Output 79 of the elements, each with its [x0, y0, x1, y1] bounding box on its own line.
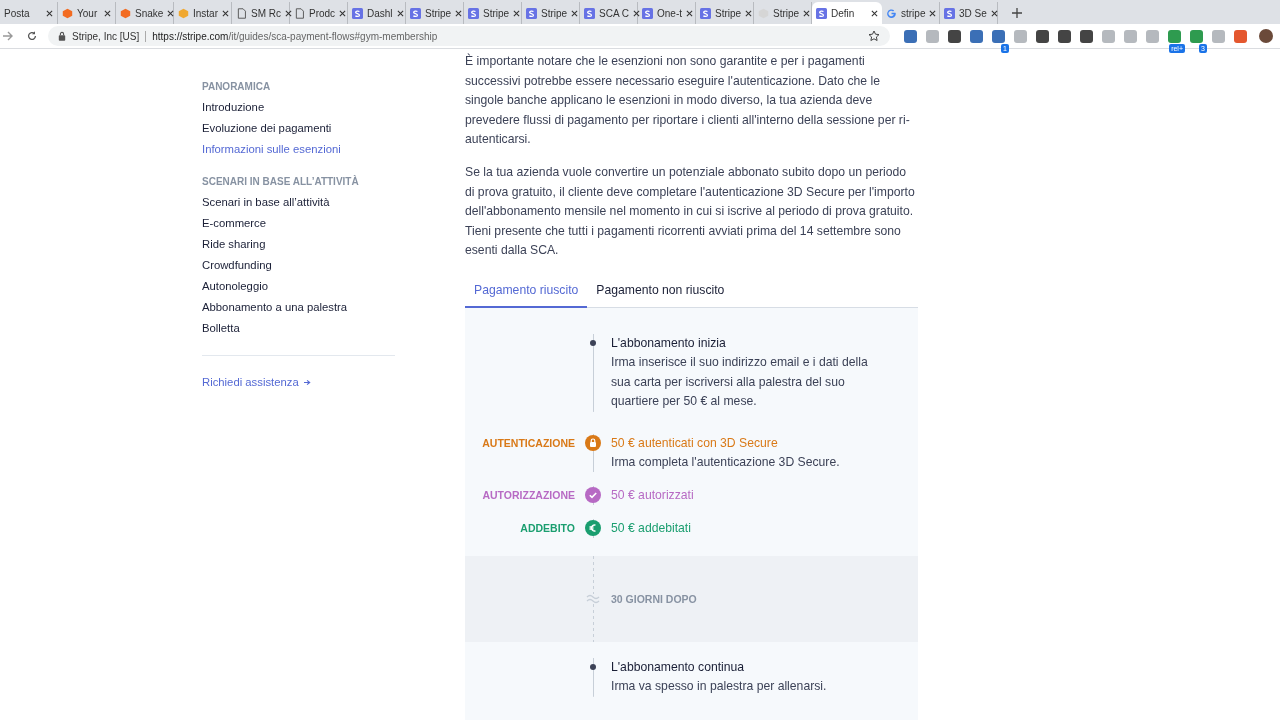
letter-g-icon [886, 7, 897, 19]
close-icon[interactable] [167, 9, 175, 17]
squiggle-icon [586, 594, 600, 605]
timeline-dot [590, 339, 596, 346]
step-title: 50 € addebitati [611, 520, 692, 538]
letter-s-icon [816, 7, 827, 19]
extension-icon[interactable] [970, 29, 983, 43]
arrow-icon [303, 378, 311, 386]
close-icon[interactable] [929, 9, 937, 17]
new-tab-button[interactable] [1012, 8, 1022, 18]
sidebar-link[interactable]: Evoluzione dei pagamenti [202, 118, 332, 139]
close-icon[interactable] [686, 9, 693, 17]
letter-s-icon [352, 7, 363, 19]
close-icon[interactable] [339, 9, 347, 17]
close-icon[interactable] [46, 9, 53, 17]
paragraph: Se la tua azienda vuole convertire un potenziale abbonato subito dopo un periodo di prova gratuito, il cliente deve completare l'autenticazione 3D Secure per l'importo dell'abbonamento mensile nel momento in cui si iscrive al periodo di prova gratuito. Tieni presente che tutti i pagamenti ricorrenti avviati prima del 14 settembre sono esenti dalla SCA. [465, 163, 916, 260]
reload-icon[interactable] [26, 30, 38, 42]
extension-icon[interactable] [1058, 29, 1071, 43]
event-title: L'abbonamento inizia [611, 334, 727, 352]
close-icon[interactable] [222, 9, 229, 17]
sidebar-link[interactable]: Ride sharing [202, 234, 266, 255]
extension-icon[interactable] [1080, 29, 1093, 43]
extension-icon[interactable] [904, 29, 917, 43]
event-description: Irma va spesso in palestra per allenarsi. [611, 678, 828, 696]
browser-tab[interactable]: Defin [812, 2, 882, 24]
paragraph: È importante notare che le esenzioni non sono garantite e per i pagamenti successivi potrebbe essere necessario eseguire l'autenticazione. Dato che le singole banche applicano le esenzioni in modo diverso, la tua azienda deve prevedere flussi di pagamento per riportare i clienti all'interno della sessione per ri-autenticarsi. [465, 52, 911, 149]
avatar-icon[interactable] [1259, 29, 1273, 43]
cube-icon [178, 7, 189, 19]
sidebar-link[interactable]: Bolletta [202, 318, 240, 339]
cube-icon [120, 7, 131, 19]
letter-s-icon [700, 7, 711, 19]
close-icon[interactable] [513, 9, 521, 17]
close-icon[interactable] [571, 9, 579, 17]
extension-icon[interactable] [948, 29, 961, 43]
sidebar-link[interactable]: Crowdfunding [202, 255, 272, 276]
cube-icon [62, 7, 73, 19]
close-icon[interactable] [633, 9, 640, 17]
close-icon[interactable] [455, 9, 463, 17]
close-icon[interactable] [990, 9, 998, 17]
document-icon [236, 7, 247, 19]
close-icon[interactable] [396, 9, 404, 17]
step-title: 50 € autorizzati [611, 487, 695, 505]
close-icon[interactable] [803, 9, 811, 17]
letter-s-icon [944, 7, 955, 19]
event-description: Irma inserisce il suo indirizzo email e i dati della sua carta per iscriversi alla palestra del suo quartiere per 50 € al mese. [611, 353, 868, 411]
step-description: Irma completa l'autenticazione 3D Secure. [611, 453, 841, 471]
document-icon [294, 7, 305, 19]
step-label: AUTENTICAZIONE [482, 436, 575, 449]
forward-icon[interactable] [2, 30, 14, 42]
lock-icon [58, 31, 66, 41]
support-link[interactable]: Richiedi assistenza [202, 376, 299, 388]
sidebar-link[interactable]: Introduzione [202, 97, 265, 118]
letter-s-icon [410, 7, 421, 19]
letter-s-icon [468, 7, 479, 19]
event-title: L'abbonamento continua [611, 659, 746, 677]
content-tab[interactable]: Pagamento non riuscito [587, 282, 734, 307]
sidebar-link[interactable]: Autonoleggio [202, 276, 268, 297]
letter-s-icon [584, 7, 595, 19]
close-icon[interactable] [745, 9, 753, 17]
sidebar-link[interactable]: Informazioni sulle esenzioni [202, 139, 341, 160]
close-icon[interactable] [871, 9, 878, 17]
close-icon[interactable] [104, 9, 111, 17]
letter-s-icon [526, 7, 537, 19]
sidebar-link[interactable]: Abbonamento a una palestra [202, 297, 348, 318]
step-label: AUTORIZZAZIONE [482, 489, 575, 502]
section-heading: PANORAMICA [202, 81, 272, 92]
sidebar-link[interactable]: E-commerce [202, 213, 267, 234]
section-heading: SCENARI IN BASE ALL’ATTIVITÀ [202, 176, 360, 187]
timeline-dot [590, 664, 596, 671]
star-icon[interactable] [868, 30, 880, 42]
close-icon[interactable] [285, 9, 292, 17]
step-title: 50 € autenticati con 3D Secure [611, 434, 779, 452]
extension-icon[interactable] [992, 29, 1005, 43]
extension-icon[interactable] [1036, 29, 1049, 43]
step-label: ADDEBITO [520, 522, 575, 535]
address-bar[interactable]: Stripe, Inc [US] https://stripe.com/it/guides/sca-payment-flows#gym-membership [48, 26, 890, 46]
time-gap-label: 30 GIORNI DOPO [611, 593, 697, 606]
sidebar-link[interactable]: Scenari in base all’attività [202, 192, 330, 213]
letter-s-icon [642, 7, 653, 19]
